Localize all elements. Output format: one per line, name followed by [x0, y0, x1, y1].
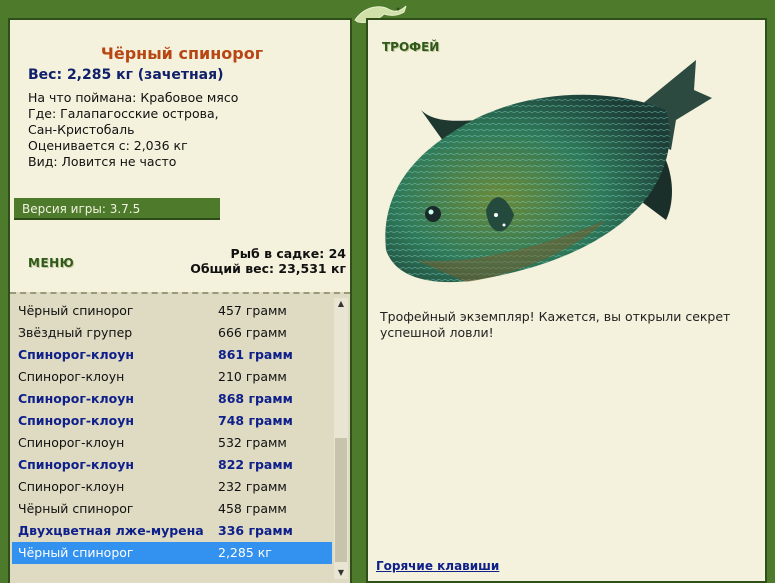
fish-details: На что поймана: Крабовое мясо Где: Галап…: [28, 90, 338, 170]
trophy-fish-image: [385, 60, 712, 283]
catch-item-name: Спинорог-клоун: [18, 479, 125, 494]
keepnet-total-weight: Общий вес: 23,531 кг: [190, 261, 346, 276]
fish-info-panel: Чёрный спинорог Вес: 2,285 кг (зачетная)…: [8, 18, 352, 583]
catch-item-weight: 822 грамм: [218, 457, 293, 472]
catch-item-name: Чёрный спинорог: [18, 545, 134, 560]
catch-item-weight: 748 грамм: [218, 413, 293, 428]
catch-item-weight: 532 грамм: [218, 435, 287, 450]
catch-item-weight: 861 грамм: [218, 347, 293, 362]
catch-item-weight: 232 грамм: [218, 479, 287, 494]
catch-list-item[interactable]: Спинорог-клоун 532 грамм: [12, 432, 332, 454]
catch-list-item[interactable]: Чёрный спинорог 2,285 кг: [12, 542, 332, 564]
fish-name: Чёрный спинорог: [100, 44, 264, 63]
location-info: Где: Галапагосские острова,: [28, 106, 219, 121]
catch-item-weight: 457 грамм: [218, 303, 287, 318]
catch-item-weight: 868 грамм: [218, 391, 293, 406]
catch-item-name: Двухцветная лже-мурена: [18, 523, 204, 538]
catch-list-item[interactable]: Чёрный спинорог 457 грамм: [12, 300, 332, 322]
catch-item-name: Чёрный спинорог: [18, 501, 134, 516]
trophy-panel: ТРОФЕЙ Трофейный экземпляр! Кажется, вы …: [366, 18, 767, 583]
catch-list[interactable]: Чёрный спинорог 457 грамм Звёздный групер 6…: [10, 292, 350, 583]
scroll-down-icon[interactable]: ▼: [334, 567, 348, 579]
catch-item-name: Спинорог-клоун: [18, 369, 125, 384]
game-version: Версия игры: 3.7.5: [14, 198, 220, 220]
menu-button[interactable]: МЕНЮ: [28, 256, 74, 270]
catch-list-item[interactable]: Чёрный спинорог 458 грамм: [12, 498, 332, 520]
catch-list-item[interactable]: Спинорог-клоун 861 грамм: [12, 344, 332, 366]
catch-item-name: Спинорог-клоун: [18, 413, 135, 428]
kind-info: Вид: Ловится не часто: [28, 154, 177, 169]
catch-item-weight: 458 грамм: [218, 501, 287, 516]
catch-item-name: Спинорог-клоун: [18, 391, 135, 406]
keepnet-stats: Рыб в садке: 24 Общий вес: 23,531 кг: [190, 246, 346, 276]
catch-list-scrollbar[interactable]: ▲ ▼: [334, 298, 348, 579]
estimate-info: Оценивается с: 2,036 кг: [28, 138, 188, 153]
catch-item-name: Спинорог-клоун: [18, 457, 135, 472]
catch-item-name: Звёздный групер: [18, 325, 133, 340]
scroll-up-icon[interactable]: ▲: [334, 298, 348, 310]
catch-item-name: Спинорог-клоун: [18, 347, 135, 362]
catch-item-weight: 666 грамм: [218, 325, 287, 340]
catch-item-name: Спинорог-клоун: [18, 435, 125, 450]
fish-weight: Вес: 2,285 кг (зачетная): [28, 67, 224, 83]
catch-list-item[interactable]: Двухцветная лже-мурена 336 грамм: [12, 520, 332, 542]
catch-list-item[interactable]: Спинорог-клоун 748 грамм: [12, 410, 332, 432]
keepnet-count: Рыб в садке: 24: [230, 246, 346, 261]
trophy-message: Трофейный экземпляр! Кажется, вы открыли…: [380, 309, 731, 340]
catch-item-name: Чёрный спинорог: [18, 303, 134, 318]
catch-item-weight: 336 грамм: [218, 523, 293, 538]
catch-list-item[interactable]: Спинорог-клоун 232 грамм: [12, 476, 332, 498]
location-info-line2: Сан-Кристобаль: [28, 122, 135, 137]
catch-list-item[interactable]: Спинорог-клоун 822 грамм: [12, 454, 332, 476]
bait-info: На что поймана: Крабовое мясо: [28, 90, 239, 105]
scroll-thumb[interactable]: [335, 438, 347, 562]
hotkeys-link[interactable]: Горячие клавиши: [376, 559, 499, 573]
catch-list-item[interactable]: Спинорог-клоун 868 грамм: [12, 388, 332, 410]
catch-item-weight: 210 грамм: [218, 369, 287, 384]
catch-list-item[interactable]: Спинорог-клоун 210 грамм: [12, 366, 332, 388]
catch-list-rows: Чёрный спинорог 457 грамм Звёздный групер 6…: [12, 300, 332, 564]
catch-list-item[interactable]: Звёздный групер 666 грамм: [12, 322, 332, 344]
catch-item-weight: 2,285 кг: [218, 545, 272, 560]
